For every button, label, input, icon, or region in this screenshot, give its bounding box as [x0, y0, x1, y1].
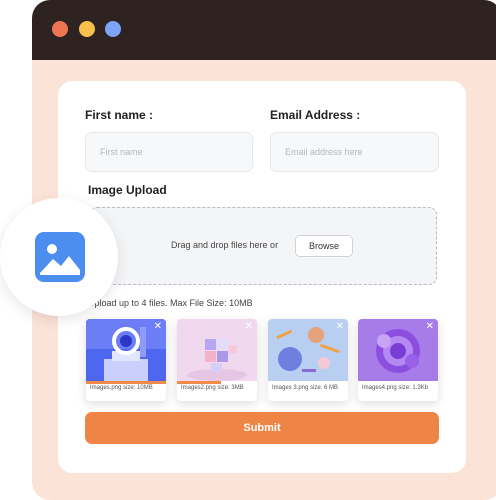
file-card: ✕ Images.png size: 10MB — [86, 319, 166, 401]
upload-form-card: First name : Email Address : First name … — [58, 81, 466, 473]
email-label: Email Address : — [270, 108, 361, 122]
image-upload-label: Image Upload — [88, 183, 167, 197]
close-icon[interactable]: ✕ — [154, 321, 162, 332]
email-field[interactable]: Email address here — [270, 132, 439, 172]
file-caption: Images2.png size: 3MB — [181, 385, 244, 391]
upload-hint: Upload up to 4 files. Max File Size: 10M… — [88, 298, 253, 308]
image-icon — [35, 232, 85, 282]
file-card: ✕ Images 3.png size: 6 MB — [268, 319, 348, 401]
file-card: ✕ Images4.png size: 1.3Kb — [358, 319, 438, 401]
image-badge — [0, 198, 118, 316]
maximize-window-button[interactable] — [105, 21, 121, 37]
file-caption: Images 3.png size: 6 MB — [272, 385, 339, 391]
submit-button[interactable]: Submit — [85, 412, 439, 444]
file-card: ✕ Images2.png size: 3MB — [177, 319, 257, 401]
first-name-field[interactable]: First name — [85, 132, 253, 172]
close-icon[interactable]: ✕ — [245, 321, 253, 332]
close-icon[interactable]: ✕ — [426, 321, 434, 332]
first-name-label: First name : — [85, 108, 154, 122]
upload-progress-bar — [177, 381, 221, 384]
drop-zone[interactable]: Drag and drop files here or Browse — [89, 207, 437, 285]
file-caption: Images4.png size: 1.3Kb — [362, 385, 429, 391]
close-window-button[interactable] — [52, 21, 68, 37]
file-caption: Images.png size: 10MB — [90, 385, 153, 391]
close-icon[interactable]: ✕ — [336, 321, 344, 332]
drop-zone-text: Drag and drop files here or — [171, 240, 279, 250]
upload-progress-bar — [86, 381, 166, 384]
browse-button[interactable]: Browse — [295, 235, 353, 257]
minimize-window-button[interactable] — [79, 21, 95, 37]
title-bar — [32, 0, 496, 60]
